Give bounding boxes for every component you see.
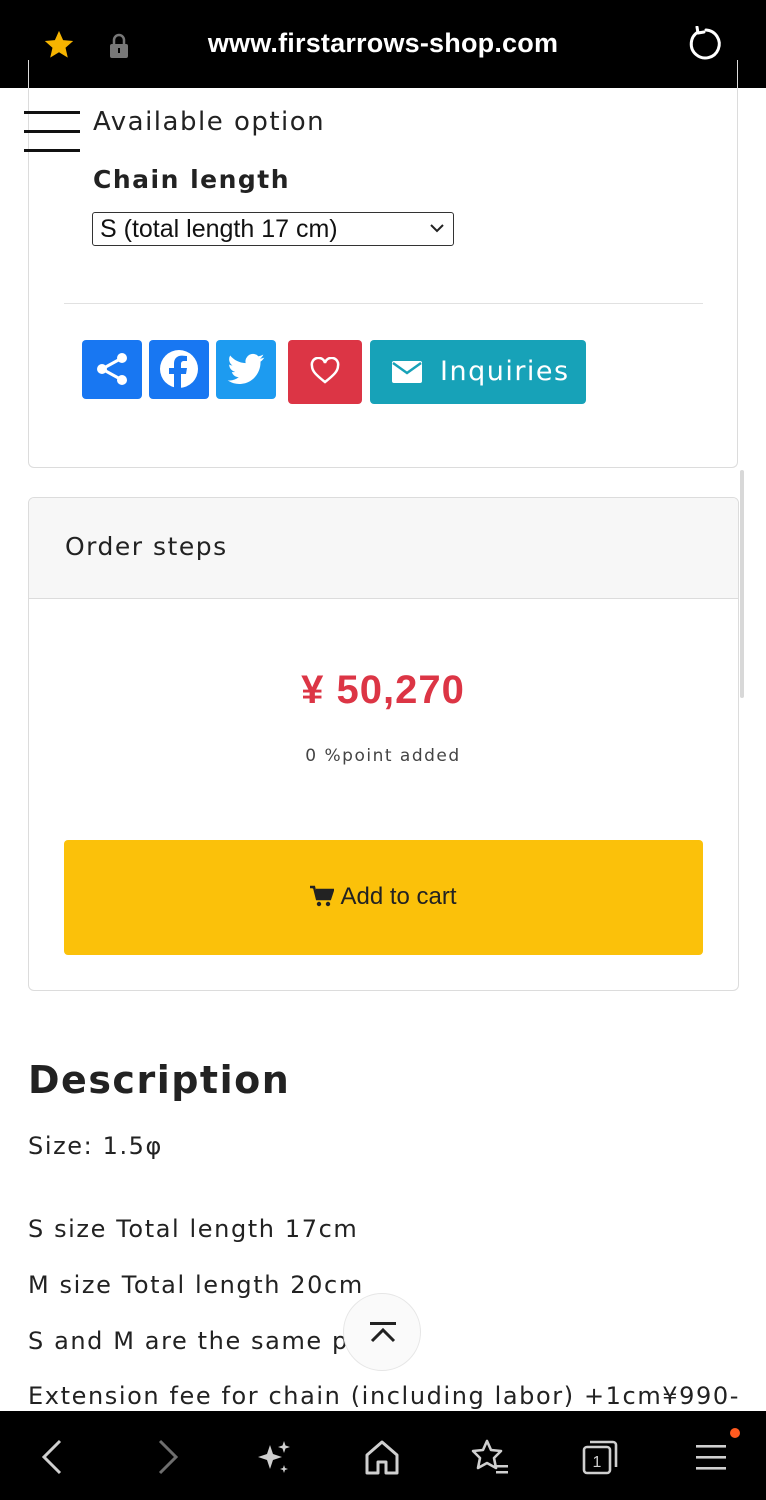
- scroll-to-top-icon: [370, 1322, 396, 1343]
- twitter-icon: [227, 353, 265, 384]
- description-line: S and M are the same pr: [28, 1327, 361, 1355]
- description-line: Size: 1.5φ: [28, 1132, 163, 1160]
- order-steps-title: Order steps: [65, 532, 228, 561]
- facebook-icon: [160, 350, 198, 388]
- hamburger-menu-icon[interactable]: [24, 108, 80, 156]
- add-to-cart-button[interactable]: Add to cart: [64, 840, 703, 955]
- forward-icon[interactable]: [146, 1437, 186, 1477]
- facebook-share-button[interactable]: [149, 340, 209, 399]
- chevron-down-icon: [430, 224, 444, 233]
- inquiries-button[interactable]: Inquiries: [370, 340, 586, 404]
- available-option-heading: Available option: [93, 107, 326, 137]
- description-heading: Description: [28, 1058, 291, 1102]
- tabs-icon[interactable]: 1: [580, 1437, 620, 1477]
- favorite-button[interactable]: [288, 340, 362, 404]
- points-info: 0 %point added: [305, 746, 461, 766]
- back-icon[interactable]: [34, 1437, 74, 1477]
- product-price: ¥ 50,270: [301, 668, 465, 712]
- add-to-cart-label: Add to cart: [340, 883, 457, 910]
- reload-icon[interactable]: [688, 26, 724, 62]
- cart-icon: [310, 885, 335, 907]
- menu-icon[interactable]: [692, 1437, 732, 1477]
- address-bar-url[interactable]: www.firstarrows-shop.com: [0, 28, 766, 59]
- scroll-to-top-button[interactable]: [343, 1293, 421, 1371]
- notification-dot: [730, 1428, 740, 1438]
- divider: [64, 303, 703, 304]
- description-line: Extension fee for chain (including labor…: [28, 1382, 741, 1410]
- sparkle-icon[interactable]: [254, 1437, 294, 1477]
- chain-length-selected-value: S (total length 17 cm): [100, 215, 338, 243]
- order-steps-header: Order steps: [29, 498, 738, 599]
- tab-count: 1: [593, 1454, 602, 1471]
- heart-icon: [310, 357, 340, 384]
- home-icon[interactable]: [362, 1437, 402, 1477]
- bookmarks-icon[interactable]: [470, 1437, 510, 1477]
- twitter-share-button[interactable]: [216, 340, 276, 399]
- description-line: S size Total length 17cm: [28, 1215, 359, 1243]
- chain-length-label: Chain length: [93, 165, 291, 194]
- description-line: M size Total length 20cm: [28, 1271, 364, 1299]
- inquiries-label: Inquiries: [440, 356, 570, 387]
- share-button[interactable]: [82, 340, 142, 399]
- share-icon: [97, 353, 127, 385]
- chain-length-select[interactable]: S (total length 17 cm): [92, 212, 454, 246]
- mail-icon: [392, 361, 422, 383]
- browser-bottom-bar: 1: [0, 1411, 766, 1500]
- page-scrollbar[interactable]: [740, 470, 744, 698]
